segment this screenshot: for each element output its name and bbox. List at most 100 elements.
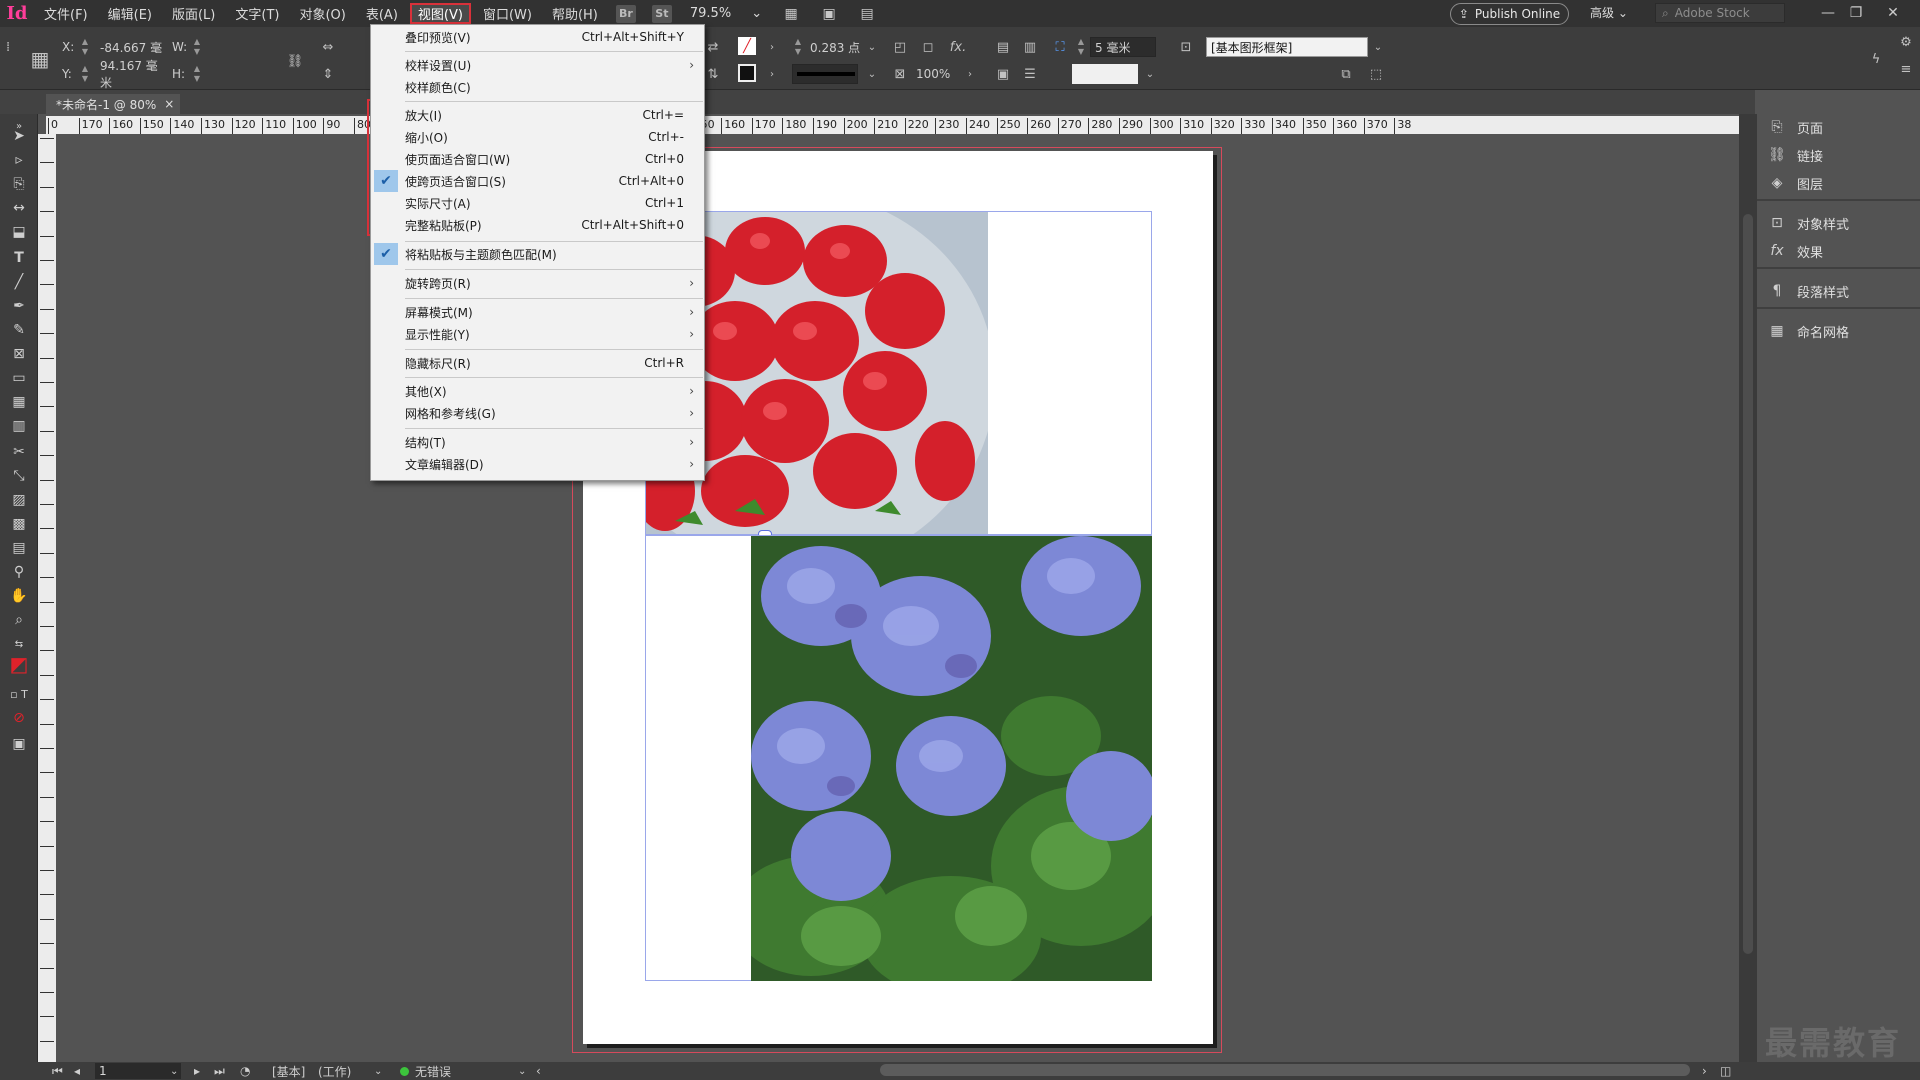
- menu-match-pasteboard-theme[interactable]: ✔ 将粘贴板与主题颜色匹配(M): [371, 243, 704, 265]
- horizontal-scrollbar-thumb[interactable]: [880, 1064, 1690, 1076]
- chevron-down-icon[interactable]: ⌄: [862, 64, 882, 84]
- scale-x-icon[interactable]: ⇔: [318, 37, 338, 57]
- wrap-around-icon[interactable]: ▥: [1020, 37, 1040, 57]
- object-style-icon[interactable]: ⊡: [1176, 37, 1196, 57]
- panel-paragraph-styles[interactable]: ¶ 段落样式: [1757, 277, 1920, 305]
- rectangle-frame-tool-icon[interactable]: ⊠: [8, 344, 30, 364]
- menu-edit[interactable]: 编辑(E): [98, 0, 162, 27]
- offset-stepper[interactable]: ▲ ▼: [1076, 37, 1086, 57]
- y-field[interactable]: 94.167 毫米: [96, 59, 166, 90]
- menu-extras[interactable]: 其他(X) ›: [371, 380, 704, 402]
- flip-icon[interactable]: ⇄: [703, 37, 723, 57]
- screen-mode-icon[interactable]: ▣: [818, 5, 840, 23]
- hand-tool-icon[interactable]: ✋: [8, 586, 30, 606]
- menu-actual-size[interactable]: 实际尺寸(A) Ctrl+1: [371, 192, 704, 214]
- menu-hide-rulers[interactable]: 隐藏标尺(R) Ctrl+R: [371, 352, 704, 374]
- menu-entire-pasteboard[interactable]: 完整粘贴板(P) Ctrl+Alt+Shift+0: [371, 214, 704, 236]
- stock-button[interactable]: St: [651, 4, 672, 23]
- fill-swatch-none[interactable]: ╱: [738, 37, 756, 55]
- menu-story-editor[interactable]: 文章编辑器(D) ›: [371, 453, 704, 475]
- menu-zoom-out[interactable]: 缩小(O) Ctrl+-: [371, 126, 704, 148]
- color-field[interactable]: [1072, 64, 1138, 84]
- minimize-icon[interactable]: —: [1817, 3, 1839, 23]
- scissors-tool-icon[interactable]: ✂: [8, 442, 30, 462]
- menu-proof-setup[interactable]: 校样设置(U) ›: [371, 54, 704, 76]
- bridge-button[interactable]: Br: [615, 4, 636, 23]
- chevron-right-icon[interactable]: ›: [960, 64, 980, 84]
- panel-menu-icon[interactable]: ≡: [1896, 59, 1916, 79]
- y-stepper[interactable]: ▲ ▼: [80, 64, 90, 84]
- content-fitting-icon[interactable]: ◻: [918, 37, 938, 57]
- menu-file[interactable]: 文件(F): [34, 0, 98, 27]
- menu-rotate-spread[interactable]: 旋转跨页(R) ›: [371, 272, 704, 294]
- fx-icon[interactable]: fx.: [948, 37, 968, 57]
- rectangle-tool-icon[interactable]: ▭: [8, 368, 30, 388]
- menu-proof-colors[interactable]: 校样颜色(C): [371, 76, 704, 98]
- preflight-status[interactable]: 无错误: [400, 1063, 451, 1079]
- stroke-swatch[interactable]: [738, 64, 756, 82]
- open-page-icon[interactable]: ◔: [240, 1063, 250, 1079]
- content-collector-icon[interactable]: ⬓: [8, 222, 30, 242]
- pen-tool-icon[interactable]: ✒: [8, 296, 30, 316]
- chevron-down-icon[interactable]: ⌄: [862, 37, 882, 57]
- quick-apply-icon[interactable]: ϟ: [1866, 49, 1886, 69]
- h-stepper[interactable]: ▲ ▼: [192, 64, 202, 84]
- constrain-proportions-icon[interactable]: ⛓: [285, 51, 305, 71]
- horizontal-grid-tool-icon[interactable]: ▦: [8, 392, 30, 412]
- next-page-icon[interactable]: ▸: [194, 1063, 200, 1079]
- view-options-icon[interactable]: ▦: [780, 5, 802, 23]
- vertical-ruler[interactable]: [38, 134, 56, 1062]
- gradient-feather-tool-icon[interactable]: ▩: [8, 514, 30, 534]
- chevron-down-icon[interactable]: ⌄: [1368, 37, 1388, 57]
- strawberry-graphic-frame[interactable]: [645, 211, 1152, 535]
- panel-links[interactable]: ⛓ 链接: [1757, 141, 1920, 169]
- menu-display-performance[interactable]: 显示性能(Y) ›: [371, 323, 704, 345]
- note-tool-icon[interactable]: ▤: [8, 538, 30, 558]
- frame-fitting-icon[interactable]: ◰: [890, 37, 910, 57]
- first-page-icon[interactable]: ⏮: [52, 1063, 63, 1079]
- close-window-icon[interactable]: ✕: [1882, 3, 1904, 23]
- vertical-grid-tool-icon[interactable]: ▥: [8, 416, 30, 436]
- x-field[interactable]: -84.667 毫: [96, 37, 166, 57]
- previous-page-icon[interactable]: ◂: [74, 1063, 80, 1079]
- horizontal-ruler[interactable]: 0170160150140130120110100908050607080901…: [46, 116, 1739, 134]
- opacity-field[interactable]: 100%: [912, 64, 960, 84]
- settings-gear-icon[interactable]: ⚙: [1896, 32, 1916, 52]
- document-tab[interactable]: *未命名-1 @ 80% ×: [46, 94, 180, 114]
- gradient-swatch-tool-icon[interactable]: ▨: [8, 490, 30, 510]
- publish-online-button[interactable]: ⇪ Publish Online: [1450, 3, 1569, 25]
- clear-overrides-icon[interactable]: ⧉: [1336, 64, 1356, 84]
- gap-tool-icon[interactable]: ↔: [8, 198, 30, 218]
- last-page-icon[interactable]: ⏭: [214, 1063, 225, 1079]
- swap-colors-icon[interactable]: ⇆: [8, 634, 30, 654]
- screen-mode-tool-icon[interactable]: ▣: [8, 734, 30, 754]
- panel-named-grids[interactable]: ▦ 命名网格: [1757, 317, 1920, 345]
- select-container-icon[interactable]: ⇅: [703, 64, 723, 84]
- menu-object[interactable]: 对象(O): [289, 0, 355, 27]
- adobe-stock-search[interactable]: ⌕ Adobe Stock: [1655, 3, 1785, 23]
- menu-overprint-preview[interactable]: 叠印预览(V) Ctrl+Alt+Shift+Y: [371, 26, 704, 48]
- scroll-right-icon[interactable]: ›: [1702, 1063, 1707, 1079]
- chevron-down-icon[interactable]: ⌄: [1140, 64, 1160, 84]
- panel-layers[interactable]: ◈ 图层: [1757, 169, 1920, 197]
- opacity-icon[interactable]: ⊠: [890, 64, 910, 84]
- formatting-container-icon[interactable]: ▫ T: [8, 684, 30, 704]
- direct-selection-tool-icon[interactable]: ▹: [8, 150, 30, 170]
- page-tool-icon[interactable]: ⎘: [8, 174, 30, 194]
- page-number-field[interactable]: 1: [95, 1063, 181, 1079]
- chevron-down-icon[interactable]: ⌄: [170, 1063, 178, 1079]
- workspace-switcher[interactable]: 高级 ⌄: [1590, 4, 1628, 21]
- scale-y-icon[interactable]: ⇕: [318, 64, 338, 84]
- eyedropper-tool-icon[interactable]: ⚲: [8, 562, 30, 582]
- auto-fit-icon[interactable]: ⛶: [1050, 37, 1070, 57]
- chevron-right-icon[interactable]: ›: [762, 64, 782, 84]
- menu-structure[interactable]: 结构(T) ›: [371, 431, 704, 453]
- menu-grids-guides[interactable]: 网格和参考线(G) ›: [371, 402, 704, 424]
- panel-object-styles[interactable]: ⊡ 对象样式: [1757, 209, 1920, 237]
- apply-none-icon[interactable]: ⊘: [8, 708, 30, 728]
- distribute-icon[interactable]: ☰: [1020, 64, 1040, 84]
- stroke-type-dropdown[interactable]: [792, 64, 858, 84]
- zoom-tool-icon[interactable]: ⌕: [8, 610, 30, 630]
- close-tab-icon[interactable]: ×: [164, 97, 174, 111]
- w-stepper[interactable]: ▲ ▼: [192, 37, 202, 57]
